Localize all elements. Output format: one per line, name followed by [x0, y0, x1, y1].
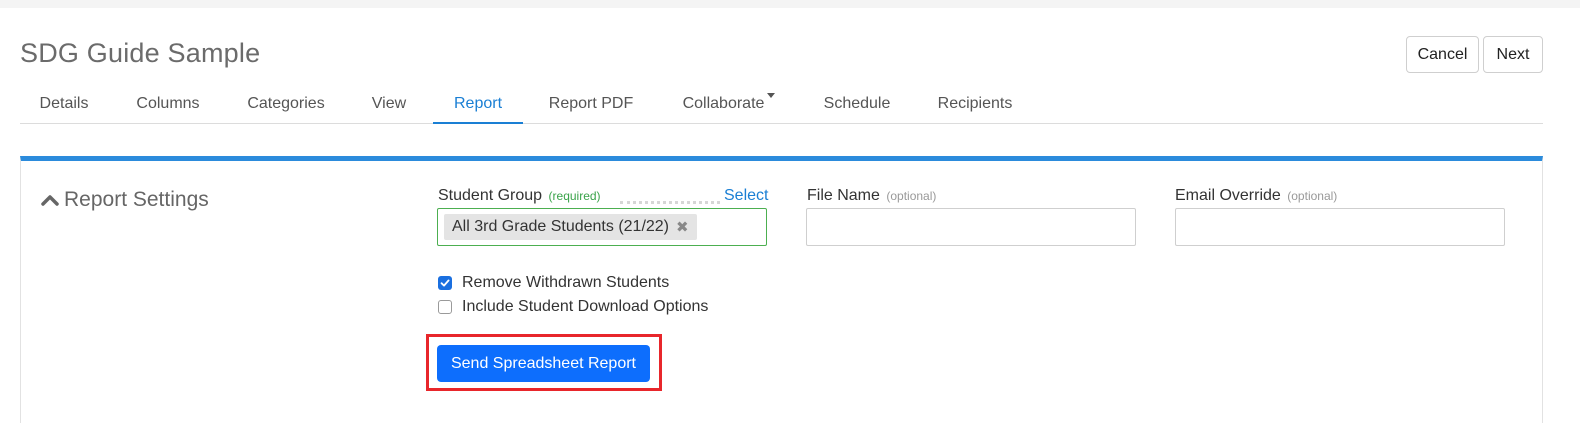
file-name-label: File Name (optional): [807, 187, 936, 205]
tab-collaborate-label: Collaborate: [682, 95, 765, 112]
email-override-label-text: Email Override: [1175, 187, 1281, 204]
page-title: SDG Guide Sample: [20, 38, 261, 68]
tab-view[interactable]: View: [354, 86, 424, 124]
next-button[interactable]: Next: [1483, 36, 1543, 73]
include-download-label: Include Student Download Options: [462, 298, 709, 315]
optional-note: (optional): [1287, 189, 1338, 203]
caret-down-icon: [767, 93, 776, 98]
tab-collaborate[interactable]: Collaborate: [666, 86, 792, 124]
required-note: (required): [548, 189, 601, 203]
remove-chip-icon[interactable]: ✖: [676, 218, 689, 236]
send-spreadsheet-report-button[interactable]: Send Spreadsheet Report: [437, 345, 650, 382]
dotted-leader: [620, 201, 720, 204]
tab-report[interactable]: Report: [433, 86, 523, 124]
student-group-chip-label: All 3rd Grade Students (21/22): [452, 218, 670, 235]
optional-note: (optional): [886, 189, 937, 203]
top-strip: [0, 0, 1580, 8]
tab-schedule[interactable]: Schedule: [812, 86, 902, 124]
file-name-label-text: File Name: [807, 187, 880, 204]
remove-withdrawn-checkbox-row[interactable]: Remove Withdrawn Students: [438, 274, 669, 292]
tab-columns[interactable]: Columns: [118, 86, 218, 124]
checkmark-icon: [440, 279, 450, 287]
student-group-select-link[interactable]: Select: [724, 187, 768, 205]
student-group-label-text: Student Group: [438, 187, 543, 204]
remove-withdrawn-checkbox[interactable]: [438, 276, 452, 290]
student-group-label: Student Group (required): [438, 187, 601, 205]
report-settings-toggle[interactable]: Report Settings: [40, 188, 209, 212]
tab-report-pdf[interactable]: Report PDF: [534, 86, 648, 124]
file-name-input[interactable]: [806, 208, 1136, 246]
report-settings-heading: Report Settings: [64, 188, 209, 211]
include-download-checkbox-row[interactable]: Include Student Download Options: [438, 298, 708, 316]
student-group-chip: All 3rd Grade Students (21/22) ✖: [444, 214, 697, 240]
remove-withdrawn-label: Remove Withdrawn Students: [462, 274, 670, 291]
tab-details[interactable]: Details: [20, 86, 108, 124]
email-override-label: Email Override (optional): [1175, 187, 1337, 205]
tab-recipients[interactable]: Recipients: [925, 86, 1025, 124]
cancel-button[interactable]: Cancel: [1406, 36, 1479, 73]
tab-bar: Details Columns Categories View Report R…: [20, 86, 1543, 124]
email-override-input[interactable]: [1175, 208, 1505, 246]
chevron-up-icon: [41, 195, 59, 206]
tab-categories[interactable]: Categories: [232, 86, 340, 124]
include-download-checkbox[interactable]: [438, 300, 452, 314]
